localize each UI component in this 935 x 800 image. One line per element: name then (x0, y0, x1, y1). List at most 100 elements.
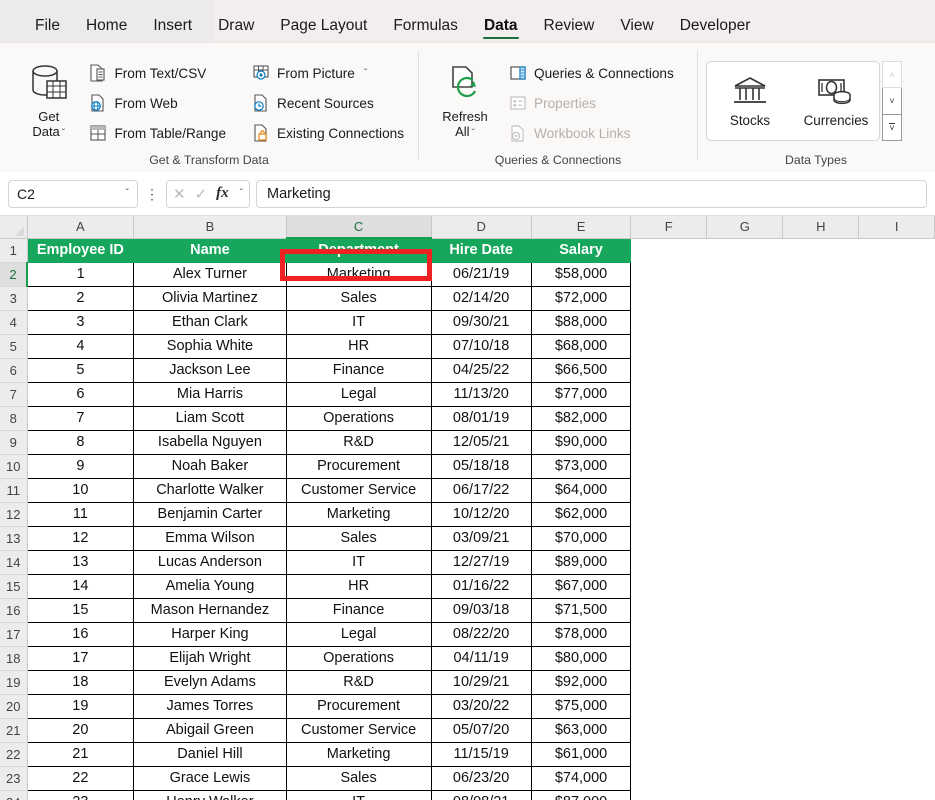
empty-cell[interactable] (858, 262, 935, 286)
from-table-range-button[interactable]: From Table/Range (81, 118, 234, 148)
column-header-H[interactable]: H (782, 216, 860, 239)
empty-cell[interactable] (858, 574, 935, 598)
empty-cell[interactable] (630, 574, 707, 598)
stocks-data-type-button[interactable]: Stocks (707, 64, 793, 138)
table-cell[interactable]: 05/07/20 (431, 718, 532, 743)
name-box[interactable]: C2 ˇ (8, 179, 138, 208)
spreadsheet-grid[interactable]: ABCDEFGHI 1 Employee ID Name Department Hire… (0, 216, 935, 800)
empty-cell[interactable] (782, 622, 859, 646)
empty-cell[interactable] (706, 382, 783, 406)
empty-cell[interactable] (782, 646, 859, 670)
row-header-19[interactable]: 19 (0, 670, 28, 695)
table-cell[interactable]: Elijah Wright (133, 646, 287, 671)
empty-cell[interactable] (630, 310, 707, 334)
empty-cell[interactable] (706, 262, 783, 286)
chevron-down-icon[interactable]: ˇ (62, 128, 65, 139)
column-header-B[interactable]: B (133, 216, 287, 239)
insert-function-icon[interactable]: fx (216, 185, 229, 202)
row-header-2[interactable]: 2 (0, 262, 29, 287)
empty-cell[interactable] (630, 262, 707, 286)
empty-cell[interactable] (706, 718, 783, 742)
table-cell[interactable]: 04/25/22 (431, 358, 532, 383)
empty-cell[interactable] (630, 694, 707, 718)
table-cell[interactable]: Charlotte Walker (133, 478, 287, 503)
table-cell[interactable]: 8 (26, 430, 135, 455)
table-cell[interactable]: 03/09/21 (431, 526, 532, 551)
get-data-button[interactable]: Get Data ˇ (20, 55, 77, 151)
empty-cell[interactable] (630, 454, 707, 478)
empty-cell[interactable] (782, 382, 859, 406)
empty-cell[interactable] (630, 238, 707, 262)
table-header-cell[interactable]: Department (286, 238, 432, 263)
table-cell[interactable]: Ethan Clark (133, 310, 287, 335)
chevron-down-icon[interactable]: ˇ (240, 188, 243, 199)
table-cell[interactable]: 5 (26, 358, 135, 383)
table-cell[interactable]: 14 (26, 574, 135, 599)
existing-connections-button[interactable]: Existing Connections (244, 118, 412, 148)
recent-sources-button[interactable]: Recent Sources (244, 88, 412, 118)
table-cell[interactable]: Alex Turner (133, 262, 287, 287)
table-cell[interactable]: 2 (26, 286, 135, 311)
table-cell[interactable]: $68,000 (531, 334, 632, 359)
row-header-9[interactable]: 9 (0, 430, 28, 455)
empty-cell[interactable] (858, 742, 935, 766)
table-cell[interactable]: Henry Walker (133, 790, 287, 800)
empty-cell[interactable] (630, 622, 707, 646)
empty-cell[interactable] (782, 526, 859, 550)
column-header-I[interactable]: I (858, 216, 935, 239)
table-cell[interactable]: Finance (286, 358, 432, 383)
table-cell[interactable]: Olivia Martinez (133, 286, 287, 311)
empty-cell[interactable] (706, 238, 783, 262)
empty-cell[interactable] (858, 718, 935, 742)
row-header-5[interactable]: 5 (0, 334, 28, 359)
table-cell[interactable]: $70,000 (531, 526, 632, 551)
table-cell[interactable]: Legal (286, 622, 432, 647)
empty-cell[interactable] (858, 358, 935, 382)
table-cell[interactable]: 22 (26, 766, 135, 791)
empty-cell[interactable] (782, 502, 859, 526)
table-cell[interactable]: 19 (26, 694, 135, 719)
empty-cell[interactable] (706, 286, 783, 310)
empty-cell[interactable] (782, 454, 859, 478)
table-cell[interactable]: Customer Service (286, 478, 432, 503)
table-cell[interactable]: 23 (26, 790, 135, 800)
table-cell[interactable]: 11 (26, 502, 135, 527)
row-header-14[interactable]: 14 (0, 550, 28, 575)
empty-cell[interactable] (858, 478, 935, 502)
empty-cell[interactable] (706, 406, 783, 430)
table-cell[interactable]: 03/20/22 (431, 694, 532, 719)
table-cell[interactable]: 9 (26, 454, 135, 479)
empty-cell[interactable] (630, 718, 707, 742)
empty-cell[interactable] (630, 526, 707, 550)
table-cell[interactable]: 7 (26, 406, 135, 431)
table-cell[interactable]: $64,000 (531, 478, 632, 503)
empty-cell[interactable] (858, 238, 935, 262)
table-cell[interactable]: $62,000 (531, 502, 632, 527)
column-header-F[interactable]: F (630, 216, 708, 239)
table-cell[interactable]: R&D (286, 430, 432, 455)
empty-cell[interactable] (782, 430, 859, 454)
table-cell[interactable]: 02/14/20 (431, 286, 532, 311)
table-cell[interactable]: $58,000 (531, 262, 632, 287)
table-cell[interactable]: $71,500 (531, 598, 632, 623)
table-cell[interactable]: Sales (286, 526, 432, 551)
table-cell[interactable]: 3 (26, 310, 135, 335)
empty-cell[interactable] (782, 406, 859, 430)
empty-cell[interactable] (706, 358, 783, 382)
ribbon-tab-formulas[interactable]: Formulas (380, 17, 471, 43)
table-cell[interactable]: Noah Baker (133, 454, 287, 479)
table-cell[interactable]: 10/12/20 (431, 502, 532, 527)
table-cell[interactable]: Marketing (286, 502, 432, 527)
queries-and-connections-button[interactable]: Queries & Connections (501, 58, 682, 88)
table-cell[interactable]: Mia Harris (133, 382, 287, 407)
table-cell[interactable]: Operations (286, 646, 432, 671)
table-cell[interactable]: 21 (26, 742, 135, 767)
empty-cell[interactable] (782, 598, 859, 622)
empty-cell[interactable] (706, 430, 783, 454)
empty-cell[interactable] (630, 646, 707, 670)
empty-cell[interactable] (782, 286, 859, 310)
empty-cell[interactable] (858, 334, 935, 358)
from-text-csv-button[interactable]: From Text/CSV (81, 58, 234, 88)
empty-cell[interactable] (630, 790, 707, 800)
formula-input[interactable]: Marketing (256, 179, 927, 208)
